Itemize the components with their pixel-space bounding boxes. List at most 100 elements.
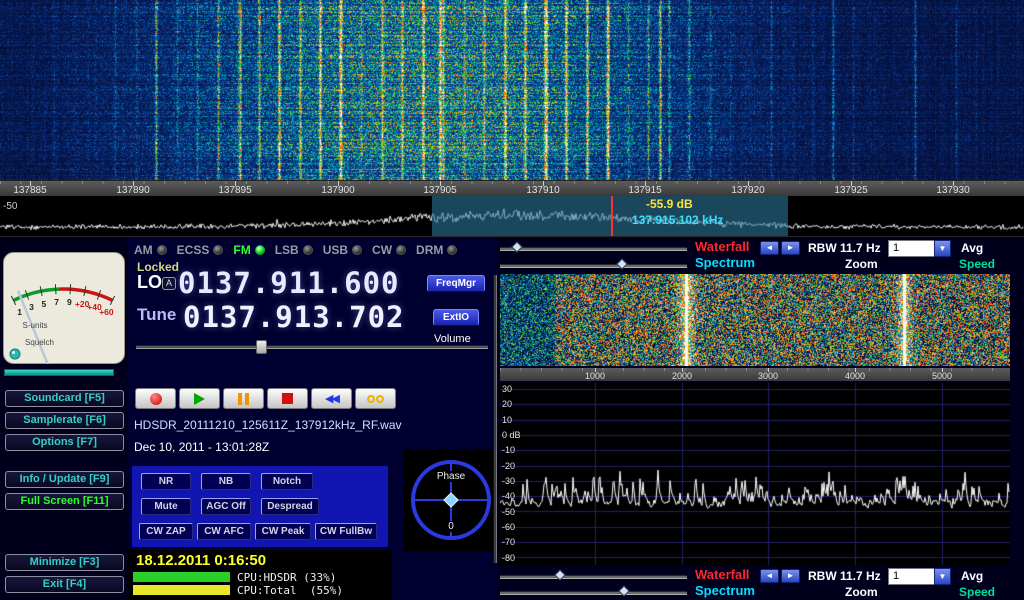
phase-scope-graphic <box>404 449 498 551</box>
cw-zap-button[interactable]: CW ZAP <box>139 523 193 540</box>
agc-button[interactable]: AGC Off <box>201 498 251 515</box>
waterfall-shift-spinner-top: ◄ ► <box>760 241 800 255</box>
freq-tick-label: 137920 <box>718 185 778 196</box>
date-time-display: 18.12.2011 0:16:50 <box>136 552 266 569</box>
db-tick-label: -80 <box>502 553 532 563</box>
hz-tick-label: 4000 <box>835 371 875 381</box>
af-frequency-scale[interactable]: 1000 2000 3000 4000 5000 <box>500 368 1010 381</box>
phase-scope[interactable]: Phase 0 <box>404 449 498 551</box>
s-meter-tick-label: 7 <box>54 297 59 307</box>
play-button[interactable] <box>179 388 220 409</box>
waterfall-shift-spinner-bottom: ◄ ► <box>760 569 800 583</box>
rewind-icon: ◀◀ <box>325 392 338 405</box>
spectrum-label-top[interactable]: Spectrum <box>695 255 755 270</box>
main-spectrum-display[interactable]: -50 -55.9 dB 137.915.102 kHz <box>0 196 1024 236</box>
combo-dropdown-icon[interactable]: ▼ <box>934 240 951 257</box>
cw-peak-button[interactable]: CW Peak <box>255 523 311 540</box>
pause-button[interactable] <box>223 388 264 409</box>
freqmgr-button[interactable]: FreqMgr <box>427 275 485 292</box>
mode-usb-label: USB <box>323 243 348 257</box>
left-arrow-button[interactable]: ◄ <box>760 569 779 583</box>
cursor-frequency-readout: 137.915.102 kHz <box>632 213 723 227</box>
despread-button[interactable]: Despread <box>261 498 319 515</box>
waterfall-label-bottom[interactable]: Waterfall <box>695 567 749 582</box>
af-spectrum-display[interactable]: 30 20 10 0 dB -10 -20 -30 -40 -50 -60 -7… <box>500 383 1010 565</box>
cpu-total-text: CPU:Total (55%) <box>237 584 343 597</box>
combo-dropdown-icon[interactable]: ▼ <box>934 568 951 585</box>
zoom-slider-bottom[interactable] <box>500 591 687 595</box>
options-button[interactable]: Options [F7] <box>5 434 124 451</box>
info-update-button[interactable]: Info / Update [F9] <box>5 471 124 488</box>
af-waterfall-display[interactable] <box>500 274 1010 366</box>
rewind-button[interactable]: ◀◀ <box>311 388 352 409</box>
extio-button[interactable]: ExtIO <box>433 309 479 326</box>
right-arrow-button[interactable]: ► <box>781 241 800 255</box>
zoom-label-bottom: Zoom <box>845 585 878 599</box>
hz-tick-label: 2000 <box>662 371 702 381</box>
mode-drm[interactable]: DRM <box>416 243 457 257</box>
notch-button[interactable]: Notch <box>261 473 313 490</box>
stop-button[interactable] <box>267 388 308 409</box>
panel-divider[interactable] <box>493 275 497 563</box>
loop-button[interactable] <box>355 388 396 409</box>
nb-button[interactable]: NB <box>201 473 251 490</box>
mode-lsb[interactable]: LSB <box>275 243 313 257</box>
avg-combo-bottom[interactable]: 1 ▼ <box>888 568 951 585</box>
tune-label: Tune <box>137 305 176 325</box>
fullscreen-button[interactable]: Full Screen [F11] <box>5 493 124 510</box>
waterfall-contrast-slider-top[interactable] <box>500 247 687 251</box>
squelch-label: Squelch <box>25 338 54 347</box>
exit-button[interactable]: Exit [F4] <box>5 576 124 593</box>
freq-tick-label: 137925 <box>821 185 881 196</box>
mode-usb-led-icon <box>352 245 362 255</box>
minimize-button[interactable]: Minimize [F3] <box>5 554 124 571</box>
frequency-scale[interactable]: 137885 137890 137895 137900 137905 13791… <box>0 180 1024 196</box>
cpu-hdsdr-text: CPU:HDSDR (33%) <box>237 571 336 584</box>
lo-frequency-display[interactable]: 0137.911.600 <box>178 266 400 300</box>
mode-ecss[interactable]: ECSS <box>177 243 224 257</box>
samplerate-button[interactable]: Samplerate [F6] <box>5 412 124 429</box>
mode-am-led-icon <box>157 245 167 255</box>
waterfall-contrast-slider-bottom[interactable] <box>500 575 687 579</box>
avg-label-bottom: Avg <box>961 569 983 583</box>
db-tick-label: 20 <box>502 399 532 409</box>
s-meter-tick-label: 5 <box>42 299 47 309</box>
right-arrow-button[interactable]: ► <box>781 569 800 583</box>
db-tick-label: -40 <box>502 491 532 501</box>
wav-file-date: Dec 10, 2011 - 13:01:28Z <box>134 440 269 454</box>
mute-button[interactable]: Mute <box>141 498 191 515</box>
volume-slider[interactable] <box>136 345 488 349</box>
mode-am[interactable]: AM <box>134 243 167 257</box>
phase-label: Phase <box>434 471 468 482</box>
cw-afc-button[interactable]: CW AFC <box>197 523 251 540</box>
avg-combo-top[interactable]: 1 ▼ <box>888 240 951 257</box>
squelch-knob[interactable] <box>10 349 20 359</box>
avg-combo-value: 1 <box>888 240 934 257</box>
db-tick-label: 0 dB <box>502 430 532 440</box>
lo-lock-badge[interactable]: A <box>162 277 176 290</box>
db-tick-label: 30 <box>502 384 532 394</box>
mode-usb[interactable]: USB <box>323 243 362 257</box>
zoom-slider-top[interactable] <box>500 264 687 268</box>
signal-level-bar[interactable] <box>4 369 114 376</box>
stop-icon <box>282 393 293 404</box>
waterfall-label-top[interactable]: Waterfall <box>695 239 749 254</box>
main-waterfall-display[interactable] <box>0 0 1024 180</box>
record-button[interactable] <box>135 388 176 409</box>
loop-icon <box>367 395 384 403</box>
mode-ecss-label: ECSS <box>177 243 210 257</box>
mode-cw[interactable]: CW <box>372 243 406 257</box>
freq-tick-label: 137895 <box>205 185 265 196</box>
playback-controls: ◀◀ <box>135 388 396 409</box>
volume-slider-thumb[interactable] <box>256 340 267 354</box>
nr-button[interactable]: NR <box>141 473 191 490</box>
mode-drm-led-icon <box>447 245 457 255</box>
db-tick-label: -10 <box>502 445 532 455</box>
spectrum-label-bottom[interactable]: Spectrum <box>695 583 755 598</box>
tune-frequency-display[interactable]: 0137.913.702 <box>183 300 405 334</box>
soundcard-button[interactable]: Soundcard [F5] <box>5 390 124 407</box>
cw-fullbw-button[interactable]: CW FullBw <box>315 523 377 540</box>
left-arrow-button[interactable]: ◄ <box>760 241 779 255</box>
zoom-band-highlight[interactable] <box>432 196 788 236</box>
mode-fm[interactable]: FM <box>233 243 264 257</box>
